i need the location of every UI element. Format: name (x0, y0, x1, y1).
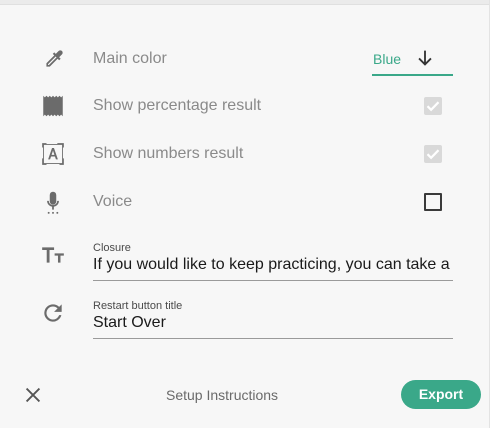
microphone-icon (40, 189, 66, 215)
eyedropper-icon (41, 46, 67, 72)
show-numbers-checkbox[interactable] (424, 145, 442, 163)
panel-top-border (0, 0, 489, 5)
voice-label: Voice (93, 193, 133, 210)
voice-checkbox[interactable] (424, 193, 442, 211)
export-button[interactable]: Export (401, 380, 481, 409)
voice-row: Voice (0, 188, 470, 216)
text-box-icon (40, 141, 66, 167)
show-numbers-label: Show numbers result (93, 145, 244, 162)
closure-caption: Closure (93, 242, 131, 254)
main-color-value: Blue (373, 51, 402, 67)
arrow-down-icon (414, 47, 436, 69)
setup-instructions-title: Setup Instructions (166, 387, 279, 403)
restart-title-input[interactable]: Start Over (93, 313, 453, 338)
refresh-icon (40, 300, 66, 326)
restart-title-field[interactable]: Restart button title Start Over (93, 300, 453, 339)
closure-field[interactable]: Closure If you would like to keep practi… (93, 242, 453, 281)
close-icon[interactable] (22, 384, 44, 406)
show-percentage-row: Show percentage result (0, 92, 470, 120)
show-numbers-row: Show numbers result (0, 140, 470, 168)
show-percentage-label: Show percentage result (93, 97, 262, 114)
text-size-icon (40, 242, 66, 268)
show-percentage-checkbox[interactable] (424, 97, 442, 115)
setup-panel: Main color Blue Show percentage result S… (0, 0, 490, 428)
closure-input[interactable]: If you would like to keep practicing, yo… (93, 255, 453, 280)
main-color-select[interactable]: Blue (372, 44, 453, 76)
restart-title-caption: Restart button title (93, 300, 183, 312)
main-color-label: Main color (93, 50, 167, 67)
receipt-icon (40, 93, 66, 119)
